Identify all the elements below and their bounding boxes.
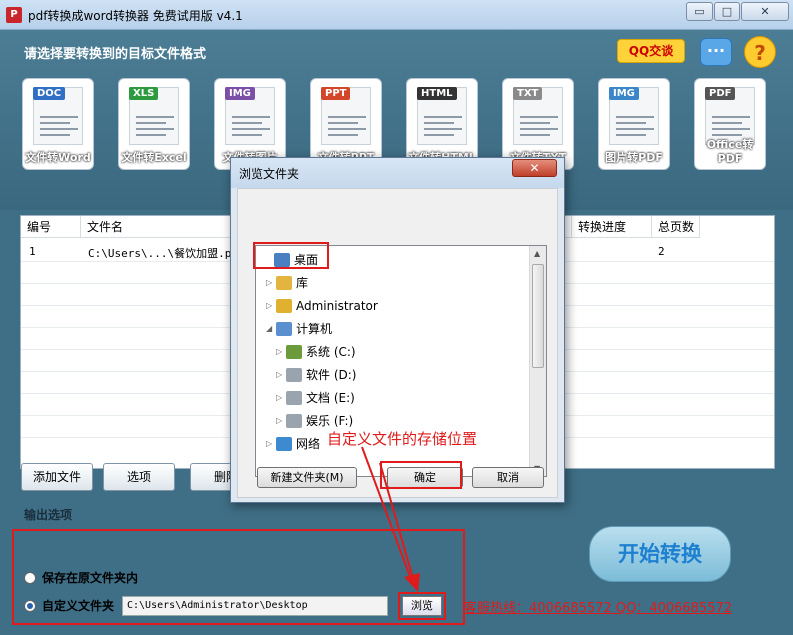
browse-folder-dialog: 浏览文件夹 ✕ 桌面 ▷ 库 ▷ Administrator ◢ 计算机 ▷ 系统 (C:) ▷ 软… (230, 157, 565, 503)
format-badge: XLS (129, 87, 159, 100)
format-label: 文件转Excel (121, 151, 187, 164)
tree-item-label: 系统 (C:) (306, 345, 356, 359)
qq-chat-button[interactable]: QQ交谈 (617, 39, 685, 63)
row-num: 1 (29, 245, 36, 258)
tree-item-label: Administrator (296, 299, 378, 313)
tree-item-label: 文档 (E:) (306, 391, 355, 405)
expand-arrow-icon[interactable]: ▷ (266, 434, 272, 454)
drive-icon (286, 414, 302, 428)
new-folder-button[interactable]: 新建文件夹(M) (257, 467, 357, 488)
maximize-button[interactable]: □ (714, 2, 740, 21)
question-icon[interactable]: ? (744, 36, 776, 68)
title-bar: P pdf转换成word转换器 免费试用版 v4.1 ▭ □ ✕ (0, 0, 793, 30)
library-icon (276, 276, 292, 290)
format-badge: IMG (225, 87, 255, 100)
chat-bubble-icon[interactable]: ··· (700, 38, 732, 66)
dialog-body: 桌面 ▷ 库 ▷ Administrator ◢ 计算机 ▷ 系统 (C:) ▷ 软件 (D:) ▷ 文… (237, 188, 558, 498)
expand-arrow-icon[interactable]: ▷ (276, 365, 282, 385)
tree-item-label: 库 (296, 276, 309, 290)
dialog-title-bar: 浏览文件夹 ✕ (231, 158, 564, 188)
drive-icon (286, 391, 302, 405)
options-button[interactable]: 选项 (103, 463, 175, 491)
drive-icon (286, 368, 302, 382)
format-badge: DOC (33, 87, 66, 100)
col-header-pages[interactable]: 总页数 (652, 216, 700, 238)
expand-arrow-icon[interactable]: ▷ (276, 388, 282, 408)
format-tile[interactable]: PDF Office转PDF (694, 78, 766, 170)
user-folder-icon (276, 299, 292, 313)
format-badge: TXT (513, 87, 543, 100)
annotation-text: 自定义文件的存储位置 (327, 430, 478, 448)
format-label: Office转PDF (706, 138, 754, 165)
format-badge: PDF (705, 87, 736, 100)
scroll-thumb[interactable] (532, 264, 544, 368)
dialog-title: 浏览文件夹 (239, 167, 300, 181)
format-tile[interactable]: IMG 图片转PDF (598, 78, 670, 170)
expand-arrow-icon[interactable]: ▷ (266, 273, 272, 293)
output-options-title: 输出选项 (24, 508, 73, 522)
window-title: pdf转换成word转换器 免费试用版 v4.1 (28, 9, 243, 23)
expand-arrow-icon[interactable]: ▷ (276, 342, 282, 362)
format-tile[interactable]: XLS 文件转Excel (118, 78, 190, 170)
dialog-close-button[interactable]: ✕ (512, 159, 557, 177)
col-header-num[interactable]: 编号 (21, 216, 81, 238)
highlight-desktop (253, 242, 329, 269)
minimize-button[interactable]: ▭ (686, 2, 713, 21)
network-icon (276, 437, 292, 451)
format-prompt: 请选择要转换到的目标文件格式 (24, 47, 207, 62)
add-file-button[interactable]: 添加文件 (21, 463, 93, 491)
app-window: P pdf转换成word转换器 免费试用版 v4.1 ▭ □ ✕ 请选择要转换到… (0, 0, 793, 635)
tree-item-label: 软件 (D:) (306, 368, 357, 382)
highlight-ok (380, 461, 462, 489)
expand-arrow-icon[interactable]: ▷ (276, 411, 282, 431)
tree-item-label: 计算机 (296, 322, 333, 336)
app-logo-icon: P (6, 7, 22, 23)
expand-arrow-icon[interactable]: ▷ (266, 296, 272, 316)
tree-scrollbar[interactable]: ▲ ▼ (529, 246, 546, 476)
expand-arrow-icon[interactable]: ◢ (266, 319, 272, 339)
row-filename: C:\Users\...\餐饮加盟.pd (88, 247, 238, 260)
highlight-browse (398, 592, 446, 620)
row-pages: 2 (658, 245, 665, 258)
tree-item-label: 网络 (296, 437, 321, 451)
drive-icon (286, 345, 302, 359)
hotline-link[interactable]: 客服热线：4006685572 QQ：4006685572 (464, 597, 732, 616)
format-label: 图片转PDF (605, 151, 663, 164)
format-badge: IMG (609, 87, 639, 100)
scroll-up-icon[interactable]: ▲ (534, 249, 540, 258)
format-badge: PPT (321, 87, 351, 100)
col-header-progress[interactable]: 转换进度 (572, 216, 652, 238)
format-label: 文件转Word (25, 151, 91, 164)
format-tile[interactable]: DOC 文件转Word (22, 78, 94, 170)
computer-icon (276, 322, 292, 336)
cancel-button[interactable]: 取消 (472, 467, 544, 488)
close-button[interactable]: ✕ (741, 2, 789, 21)
start-convert-button[interactable]: 开始转换 (589, 526, 731, 582)
format-badge: HTML (417, 87, 457, 100)
